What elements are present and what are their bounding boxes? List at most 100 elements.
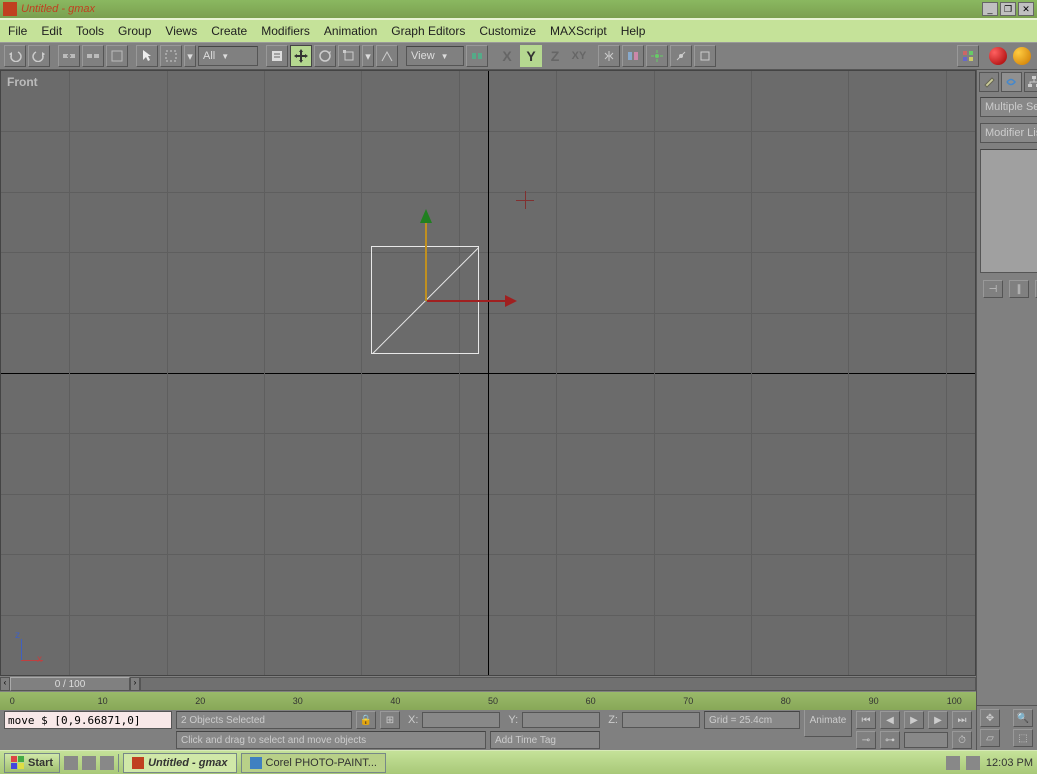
time-config2-button[interactable]: ⏱	[952, 731, 972, 749]
viewport-label: Front	[7, 75, 38, 89]
move-button[interactable]	[290, 45, 312, 67]
snap-angle-button[interactable]	[670, 45, 692, 67]
time-slider[interactable]: ‹ 0 / 100 ›	[0, 676, 976, 692]
menu-tools[interactable]: Tools	[76, 24, 104, 38]
timeslider-next[interactable]: ›	[130, 677, 140, 691]
menu-modifiers[interactable]: Modifiers	[261, 24, 310, 38]
menu-create[interactable]: Create	[211, 24, 247, 38]
prev-frame-button[interactable]: ◀	[880, 711, 900, 729]
restrict-xy-button[interactable]: XY	[568, 45, 590, 67]
region-select-button[interactable]	[160, 45, 182, 67]
window-title: Untitled - gmax	[21, 3, 95, 15]
pin-stack-button[interactable]: ⊣	[983, 280, 1003, 298]
scale-button[interactable]	[338, 45, 360, 67]
gizmo-z-axis[interactable]	[425, 221, 427, 301]
minimize-button[interactable]: _	[982, 2, 998, 16]
snap-percent-button[interactable]	[694, 45, 716, 67]
tab-hierarchy[interactable]	[1024, 72, 1037, 92]
tray-icon-2[interactable]	[966, 756, 980, 770]
lock-button[interactable]: 🔒	[356, 711, 376, 729]
manipulate-button[interactable]	[376, 45, 398, 67]
goto-end-button[interactable]: ⏭	[952, 711, 972, 729]
z-coord-input[interactable]	[622, 712, 700, 728]
restrict-x-button[interactable]: X	[496, 45, 518, 67]
rotate-button[interactable]	[314, 45, 336, 67]
app-icon	[3, 2, 17, 16]
select-button[interactable]	[136, 45, 158, 67]
quicklaunch-icon-2[interactable]	[82, 756, 96, 770]
region-flyout[interactable]: ▾	[184, 45, 196, 67]
redo-button[interactable]	[28, 45, 50, 67]
tab-create[interactable]	[979, 72, 999, 92]
windows-icon	[11, 756, 25, 770]
grid-status: Grid = 25.4cm	[704, 711, 800, 729]
command-panel: Multiple Selected Modifier List▼ ⊣ ∥ ∀ ☓…	[976, 70, 1037, 750]
fov-button[interactable]: ▱	[980, 729, 1000, 747]
key-mode-button[interactable]: ⊸	[856, 731, 876, 749]
timeslider-prev[interactable]: ‹	[0, 677, 10, 691]
object-name-field[interactable]: Multiple Selected	[980, 97, 1037, 117]
snap-button[interactable]	[646, 45, 668, 67]
time-ruler: 0 10 20 30 40 50 60 70 80 90 100	[0, 692, 976, 710]
pan-button[interactable]: ✥	[980, 709, 1000, 727]
timeslider-handle[interactable]: 0 / 100	[10, 677, 130, 691]
maximize-button[interactable]: ❐	[1000, 2, 1016, 16]
render-button[interactable]	[989, 47, 1007, 65]
menu-views[interactable]: Views	[165, 24, 197, 38]
time-tag[interactable]: Add Time Tag	[490, 731, 600, 749]
z-label: Z:	[608, 714, 618, 726]
show-result-button[interactable]: ∥	[1009, 280, 1029, 298]
menu-customize[interactable]: Customize	[479, 24, 536, 38]
gizmo-x-axis[interactable]	[427, 300, 507, 302]
menu-help[interactable]: Help	[621, 24, 646, 38]
bind-button[interactable]	[106, 45, 128, 67]
y-label: Y:	[508, 714, 518, 726]
abs-rel-button[interactable]: ⊞	[380, 711, 400, 729]
taskbar-app-gmax[interactable]: Untitled - gmax	[123, 753, 236, 773]
gmax-icon	[132, 757, 144, 769]
goto-start-button[interactable]: ⏮	[856, 711, 876, 729]
link-button[interactable]	[58, 45, 80, 67]
time-config-button[interactable]: ⊶	[880, 731, 900, 749]
scale-flyout[interactable]: ▾	[362, 45, 374, 67]
restrict-y-button[interactable]: Y	[520, 45, 542, 67]
quicklaunch-icon[interactable]	[64, 756, 78, 770]
restrict-z-button[interactable]: Z	[544, 45, 566, 67]
material-editor-button[interactable]	[957, 45, 979, 67]
next-frame-button[interactable]: ▶	[928, 711, 948, 729]
prompt-status: Click and drag to select and move object…	[176, 731, 486, 749]
mirror-button[interactable]	[598, 45, 620, 67]
undo-button[interactable]	[4, 45, 26, 67]
command-input[interactable]	[4, 711, 172, 729]
menu-maxscript[interactable]: MAXScript	[550, 24, 607, 38]
select-by-name-button[interactable]	[266, 45, 288, 67]
quick-render-button[interactable]	[1013, 47, 1031, 65]
current-frame-input[interactable]	[904, 732, 948, 748]
modifier-list-dropdown[interactable]: Modifier List▼	[980, 123, 1037, 143]
zoom-button[interactable]: 🔍	[1013, 709, 1033, 727]
ref-coord-dropdown[interactable]: View▼	[406, 46, 464, 66]
selection-filter-dropdown[interactable]: All▼	[198, 46, 258, 66]
align-button[interactable]	[622, 45, 644, 67]
modifier-stack[interactable]	[980, 149, 1037, 273]
unlink-button[interactable]	[82, 45, 104, 67]
x-coord-input[interactable]	[422, 712, 500, 728]
menu-animation[interactable]: Animation	[324, 24, 377, 38]
menu-grapheditors[interactable]: Graph Editors	[391, 24, 465, 38]
start-button[interactable]: Start	[4, 753, 60, 773]
menu-edit[interactable]: Edit	[41, 24, 62, 38]
y-coord-input[interactable]	[522, 712, 600, 728]
menu-file[interactable]: File	[8, 24, 27, 38]
close-button[interactable]: ✕	[1018, 2, 1034, 16]
pivot-button[interactable]	[466, 45, 488, 67]
play-button[interactable]: ▶	[904, 711, 924, 729]
tab-modify[interactable]	[1001, 72, 1021, 92]
main-toolbar: ▾ All▼ ▾ View▼ X Y Z XY	[0, 42, 1037, 70]
selection-status: 2 Objects Selected	[176, 711, 352, 729]
quicklaunch-icon-3[interactable]	[100, 756, 114, 770]
tray-icon[interactable]	[946, 756, 960, 770]
taskbar-app-corel[interactable]: Corel PHOTO-PAINT...	[241, 753, 386, 773]
region-zoom-button[interactable]: ⬚	[1013, 729, 1033, 747]
menu-group[interactable]: Group	[118, 24, 151, 38]
viewport-front[interactable]: Front	[0, 70, 976, 676]
